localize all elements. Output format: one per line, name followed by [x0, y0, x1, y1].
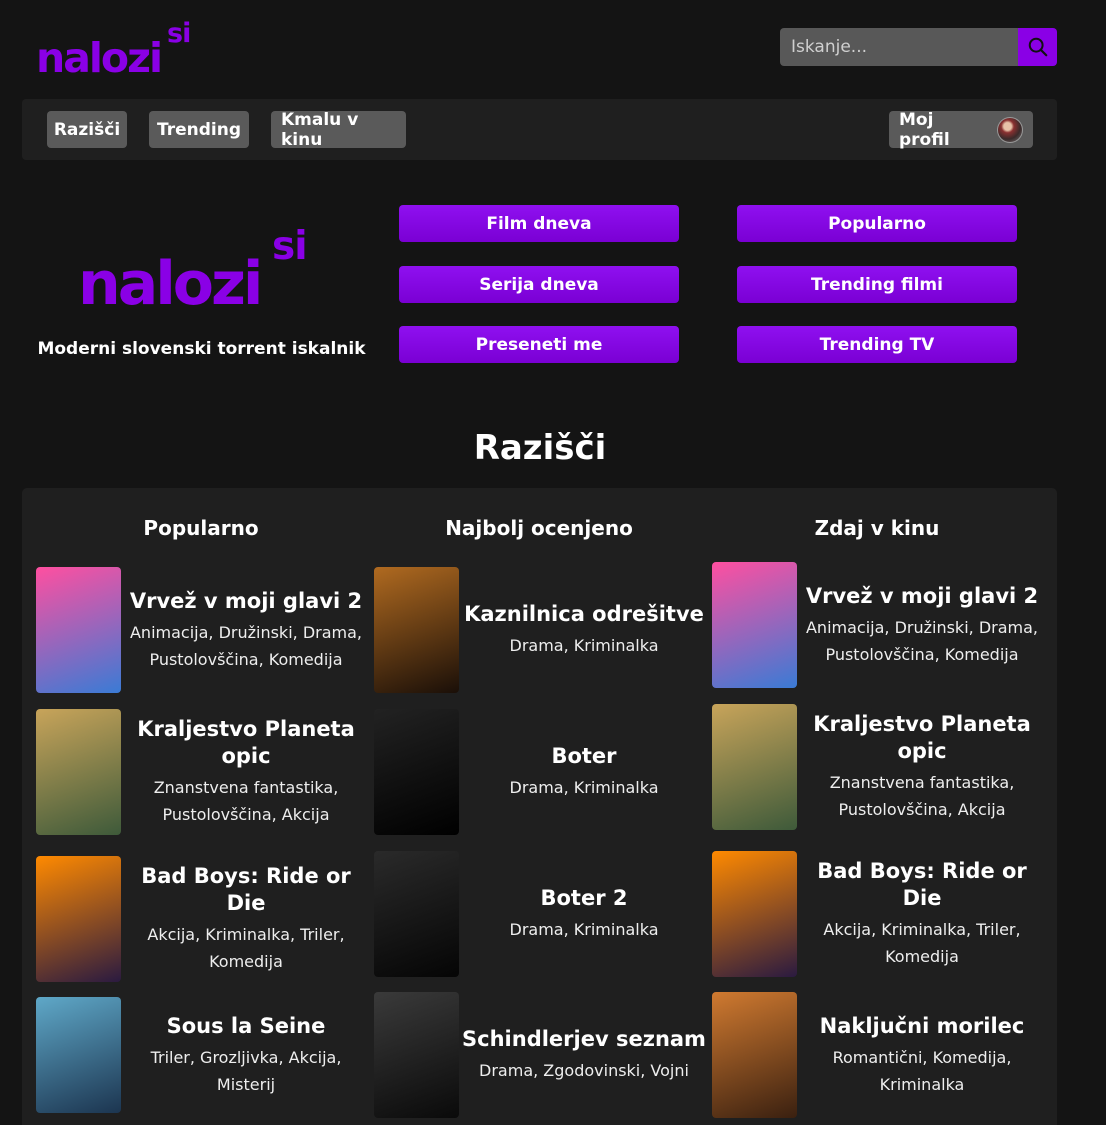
poster-image	[712, 562, 797, 688]
site-logo[interactable]: nalozi si	[36, 16, 206, 82]
movie-title: Kraljestvo Planeta opic	[813, 712, 1031, 763]
profile-button[interactable]: Moj profil	[889, 109, 1033, 150]
movie-title: Bad Boys: Ride or Die	[817, 859, 1027, 910]
movie-title: Sous la Seine	[166, 1013, 326, 1038]
nav-item-trending[interactable]: Trending	[149, 111, 249, 148]
movie-genres: Triler, Grozljivka, Akcija, Misterij	[150, 1047, 342, 1094]
movie-genres: Drama, Zgodovinski, Vojni	[479, 1061, 689, 1080]
poster-image	[36, 709, 121, 835]
column-title-zdaj-v-kinu: Zdaj v kinu	[814, 516, 940, 540]
movie-genres: Drama, Kriminalka	[509, 778, 659, 797]
poster-image	[712, 992, 797, 1118]
poster-image	[712, 704, 797, 830]
movie-genres: Drama, Kriminalka	[509, 920, 659, 939]
movie-card[interactable]: Schindlerjev seznam Drama, Zgodovinski, V…	[374, 992, 709, 1118]
movie-genres: Drama, Kriminalka	[509, 636, 659, 655]
movie-genres: Akcija, Kriminalka, Triler, Komedija	[823, 920, 1021, 966]
poster-image	[374, 709, 459, 835]
nav-item-kmalu-v-kinu[interactable]: Kmalu v kinu	[271, 110, 406, 150]
trending-filmi-button[interactable]: Trending filmi	[737, 266, 1017, 303]
hero-logo-superscript: si	[272, 224, 308, 269]
movie-title: Kraljestvo Planeta opic	[137, 717, 355, 768]
movie-title: Bad Boys: Ride or Die	[141, 864, 351, 915]
movie-card[interactable]: Boter Drama, Kriminalka	[374, 709, 709, 835]
search-icon	[1028, 37, 1047, 57]
movie-card[interactable]: Kraljestvo Planeta opic Znanstvena fantas…	[36, 709, 371, 835]
trending-tv-button[interactable]: Trending TV	[737, 326, 1017, 363]
column-title-popularno: Popularno	[143, 516, 259, 540]
movie-card[interactable]: Vrvež v moji glavi 2 Animacija, Družinski…	[712, 562, 1047, 688]
popularno-button[interactable]: Popularno	[737, 205, 1017, 242]
movie-card[interactable]: Bad Boys: Ride or Die Akcija, Kriminalka,…	[36, 856, 371, 982]
movie-genres: Animacija, Družinski, Drama, Pustolovšči…	[129, 622, 362, 669]
hero-logo: nalozi si	[78, 222, 328, 319]
poster-image	[36, 567, 121, 693]
movie-genres: Animacija, Družinski, Drama, Pustolovšči…	[805, 617, 1038, 664]
movie-card[interactable]: Kraljestvo Planeta opic Znanstvena fantas…	[712, 704, 1047, 830]
movie-genres: Znanstvena fantastika, Pustolovščina, Ak…	[153, 778, 339, 824]
movie-card[interactable]: Sous la Seine Triler, Grozljivka, Akcija,…	[36, 997, 371, 1113]
logo-superscript: si	[167, 18, 191, 49]
movie-card[interactable]: Kaznilnica odrešitve Drama, Kriminalka	[374, 567, 709, 693]
movie-title: Schindlerjev seznam	[462, 1027, 706, 1051]
movie-title: Boter	[551, 744, 617, 768]
movie-card[interactable]: Vrvež v moji glavi 2 Animacija, Družinski…	[36, 567, 371, 693]
movie-title: Kaznilnica odrešitve	[464, 602, 704, 626]
search-button[interactable]	[1018, 28, 1057, 66]
movie-title: Boter 2	[540, 886, 628, 910]
movie-genres: Znanstvena fantastika, Pustolovščina, Ak…	[829, 773, 1015, 819]
movie-genres: Romantični, Komedija, Kriminalka	[832, 1047, 1012, 1094]
avatar	[997, 116, 1023, 143]
movie-card[interactable]: Naključni morilec Romantični, Komedija, K…	[712, 992, 1047, 1118]
tagline: Moderni slovenski torrent iskalnik	[37, 339, 366, 359]
poster-image	[36, 997, 121, 1113]
profile-label: Moj profil	[899, 109, 950, 150]
film-dneva-button[interactable]: Film dneva	[399, 205, 679, 242]
movie-title: Vrvež v moji glavi 2	[129, 588, 363, 613]
movie-title: Vrvež v moji glavi 2	[805, 583, 1039, 608]
movie-card[interactable]: Boter 2 Drama, Kriminalka	[374, 851, 709, 977]
poster-image	[374, 567, 459, 693]
logo-wordmark: nalozi	[36, 34, 163, 82]
section-title: Razišči	[473, 428, 607, 468]
column-title-najbolj-ocenjeno: Najbolj ocenjeno	[445, 516, 633, 540]
hero-logo-wordmark: nalozi	[78, 249, 263, 319]
poster-image	[374, 851, 459, 977]
serija-dneva-button[interactable]: Serija dneva	[399, 266, 679, 303]
movie-genres: Akcija, Kriminalka, Triler, Komedija	[147, 925, 345, 971]
search-input[interactable]	[780, 28, 1018, 66]
main-nav: Razišči Trending Kmalu v kinu Moj profil	[22, 99, 1057, 160]
movie-card[interactable]: Bad Boys: Ride or Die Akcija, Kriminalka,…	[712, 851, 1047, 977]
nav-item-razisci[interactable]: Razišči	[47, 111, 127, 148]
movie-title: Naključni morilec	[819, 1013, 1025, 1038]
preseneti-me-button[interactable]: Preseneti me	[399, 326, 679, 363]
poster-image	[712, 851, 797, 977]
poster-image	[36, 856, 121, 982]
search-bar	[780, 28, 1057, 66]
poster-image	[374, 992, 459, 1118]
